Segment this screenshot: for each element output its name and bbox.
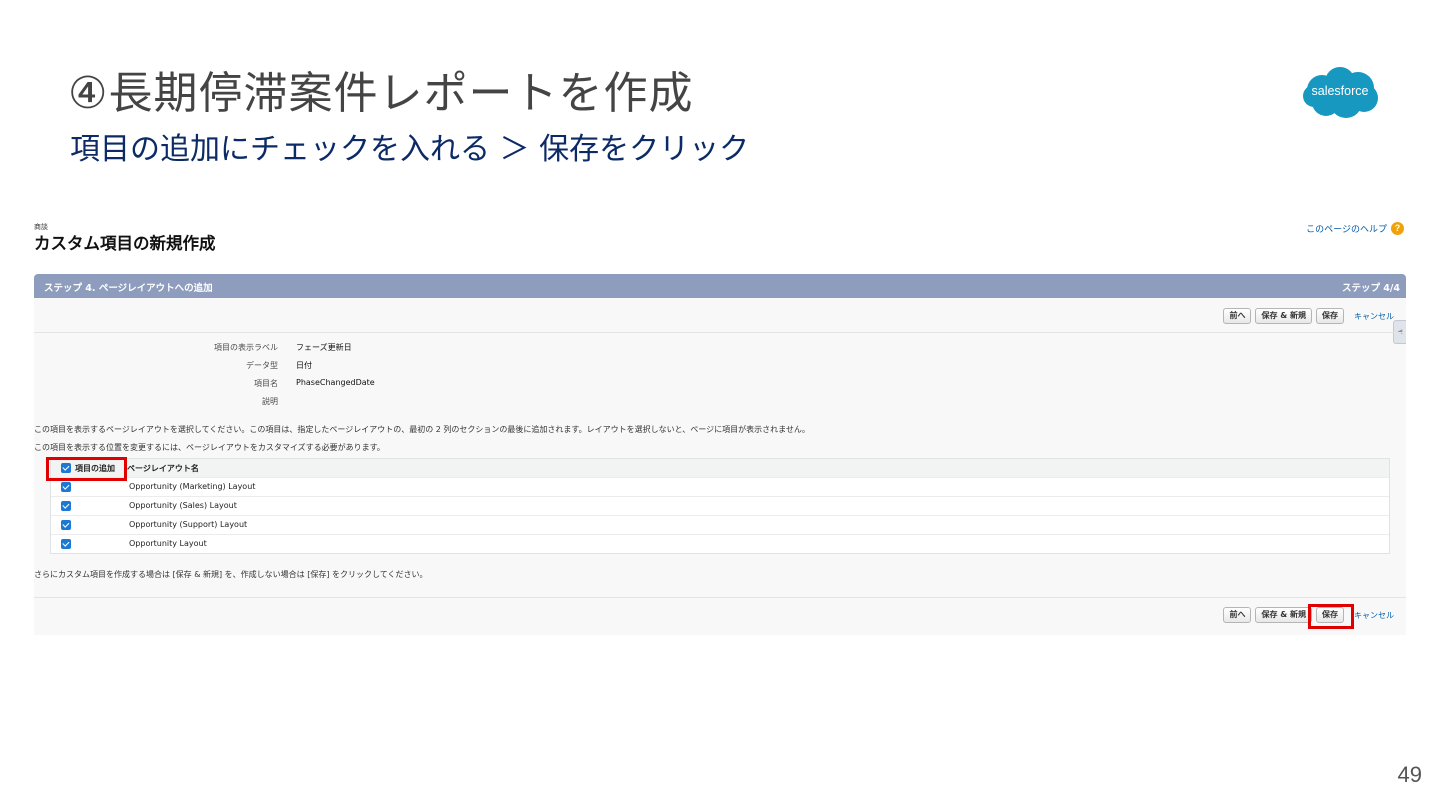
row-checkbox[interactable]: [61, 482, 71, 492]
detail-row: 項目名 PhaseChangedDate: [34, 378, 654, 393]
detail-value: PhaseChangedDate: [296, 378, 375, 387]
footer-note: さらにカスタム項目を作成する場合は [保存 & 新規] を、作成しない場合は […: [34, 570, 428, 579]
save-button[interactable]: 保存: [1316, 308, 1344, 324]
save-new-button[interactable]: 保存 & 新規: [1255, 308, 1312, 324]
help-link[interactable]: このページのヘルプ: [1306, 222, 1387, 235]
logo-text: salesforce: [1311, 84, 1369, 98]
row-checkbox[interactable]: [61, 539, 71, 549]
column-header-layout-name: ページレイアウト名: [127, 464, 199, 473]
table-header-row: 項目の追加 ページレイアウト名: [51, 459, 1389, 478]
detail-label: 項目の表示ラベル: [214, 343, 278, 352]
layout-name: Opportunity (Marketing) Layout: [129, 482, 256, 491]
row-checkbox[interactable]: [61, 501, 71, 511]
cancel-link[interactable]: キャンセル: [1354, 311, 1394, 322]
help-link-container[interactable]: このページのヘルプ ?: [1306, 222, 1404, 235]
divider: [34, 597, 1406, 598]
instruction-text: この項目を表示する位置を変更するには、ページレイアウトをカスタマイズする必要があ…: [34, 443, 385, 452]
table-row: Opportunity (Sales) Layout: [51, 497, 1389, 516]
save-new-button[interactable]: 保存 & 新規: [1255, 607, 1312, 623]
prev-button[interactable]: 前へ: [1223, 607, 1252, 623]
table-row: Opportunity Layout: [51, 535, 1389, 553]
detail-label: 項目名: [254, 379, 278, 388]
select-all-highlight: [46, 457, 127, 481]
slide-subtitle: 項目の追加にチェックを入れる ＞ 保存をクリック: [70, 132, 750, 167]
table-row: Opportunity (Marketing) Layout: [51, 478, 1389, 497]
help-icon[interactable]: ?: [1391, 222, 1404, 235]
step-counter: ステップ 4/4: [1342, 283, 1400, 294]
slide-title: ④長期停滞案件レポートを作成: [68, 68, 694, 119]
detail-label: データ型: [246, 361, 278, 370]
page-title: カスタム項目の新規作成: [34, 234, 216, 253]
detail-row: 説明: [34, 396, 654, 411]
layout-name: Opportunity (Sales) Layout: [129, 501, 237, 510]
layout-name: Opportunity (Support) Layout: [129, 520, 248, 529]
detail-row: データ型 日付: [34, 360, 654, 375]
layout-table: 項目の追加 ページレイアウト名 Opportunity (Marketing) …: [50, 458, 1390, 554]
detail-label: 説明: [262, 397, 278, 406]
step-body: 前へ 保存 & 新規 保存 キャンセル ◂ 項目の表示ラベル フェーズ更新日 デ…: [34, 298, 1406, 635]
step-header: ステップ 4. ページレイアウトへの追加 ステップ 4/4: [34, 274, 1406, 298]
table-row: Opportunity (Support) Layout: [51, 516, 1389, 535]
divider: [34, 332, 1406, 333]
layout-name: Opportunity Layout: [129, 539, 207, 548]
cancel-link[interactable]: キャンセル: [1354, 610, 1394, 621]
salesforce-logo: salesforce: [1300, 66, 1380, 120]
prev-button[interactable]: 前へ: [1223, 308, 1252, 324]
page-number: 49: [1397, 762, 1422, 787]
save-button-highlight: [1308, 604, 1354, 629]
detail-value: フェーズ更新日: [296, 343, 352, 352]
row-checkbox[interactable]: [61, 520, 71, 530]
top-button-row: 前へ 保存 & 新規 保存 キャンセル: [1223, 308, 1394, 324]
detail-value: 日付: [296, 361, 312, 370]
step-title: ステップ 4. ページレイアウトへの追加: [44, 283, 213, 294]
detail-row: 項目の表示ラベル フェーズ更新日: [34, 342, 654, 357]
instruction-text: この項目を表示するページレイアウトを選択してください。この項目は、指定したページ…: [34, 425, 810, 434]
